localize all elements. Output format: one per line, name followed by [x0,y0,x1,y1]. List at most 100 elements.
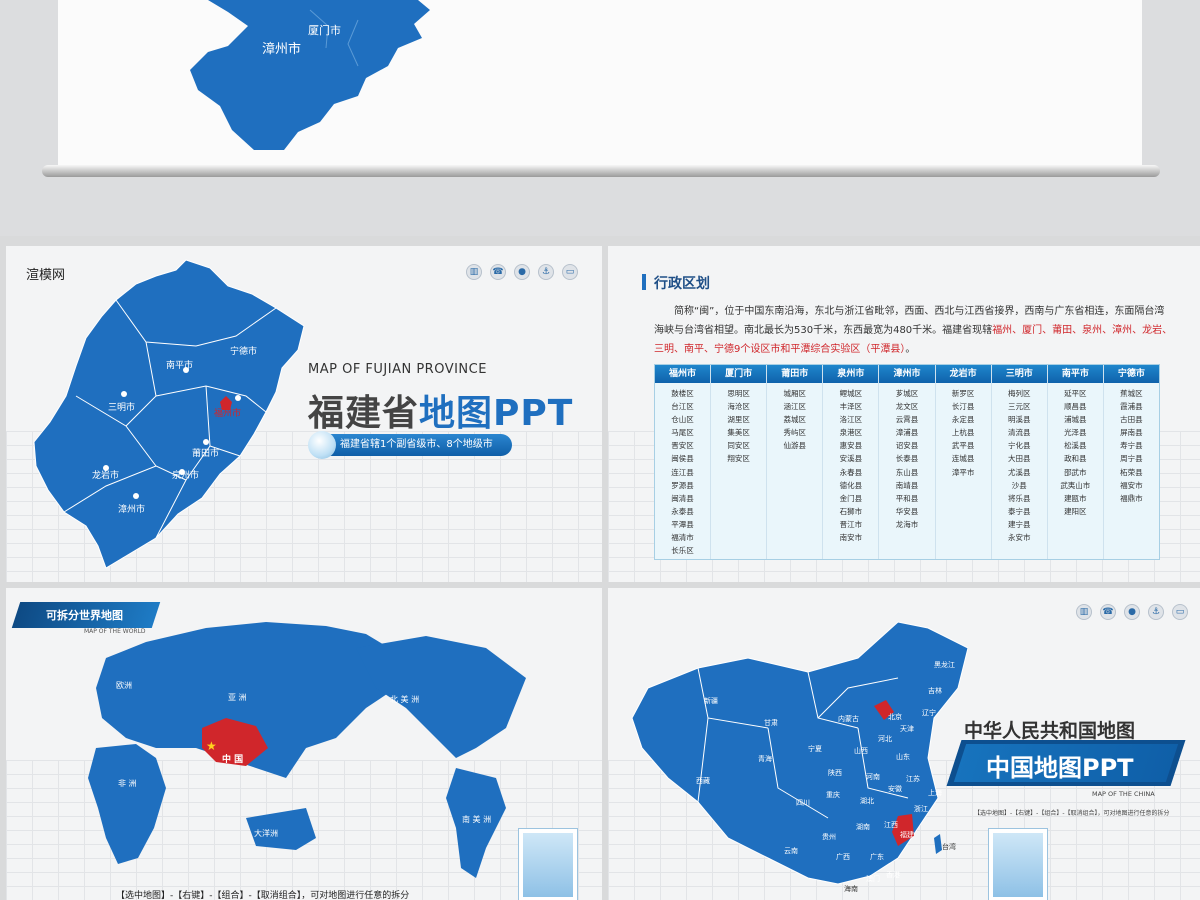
map-label: 莆田市 [192,449,220,459]
map-label: 香港 [886,871,900,879]
map-label: 云南 [784,847,798,855]
fujian-slide[interactable]: 渲模网 ▥ ☎ ● ⚓ ▭ 宁德市 南平市 三明市 福州市 莆田市 龙岩市 泉州… [6,246,602,582]
map-label: 西藏 [696,777,710,785]
table-cell: 上杭县 [951,428,975,438]
cart-icon[interactable]: ▭ [562,264,578,280]
instruction-text: 【选中地图】-【右键】-【组合】-【取消组合】，可对地图进行任意的拆分 [974,810,1170,817]
table-cell: 湖里区 [727,415,750,425]
map-label: 广西 [836,853,850,861]
phone-icon[interactable]: ☎ [490,264,506,280]
map-label: 辽宁 [922,709,936,717]
cart-icon[interactable]: ▭ [1172,604,1188,620]
map-label: 上海 [928,789,942,797]
table-header: 厦门市 [711,365,767,383]
table-cell: 光泽县 [1064,428,1087,438]
map-label: 福建 [900,831,914,839]
table-cell: 鼓楼区 [671,389,694,398]
table-cell: 荔城区 [783,415,807,425]
table-cell: 政和县 [1064,454,1087,464]
fujian-map[interactable] [6,246,306,582]
table-cell: 南安市 [839,533,863,543]
table-cell: 顺昌县 [1064,402,1087,412]
band-subtitle: MAP OF THE CHINA [1092,790,1155,798]
map-label: 南 美 洲 [462,815,492,824]
table-cell: 松溪县 [1064,441,1087,451]
table-cell: 德化县 [839,480,863,490]
anchor-icon[interactable]: ⚓ [1148,604,1164,620]
table-cell: 丰泽区 [839,402,863,412]
map-label: 江西 [884,821,898,829]
map-label: 河南 [866,773,880,781]
world-map[interactable]: ★ [6,588,602,900]
table-cell: 永泰县 [671,506,694,516]
info-pill: 福建省辖1个副省级市、8个地级市 [316,434,512,456]
map-label: 龙岩市 [92,471,120,481]
instruction-text: 【选中地图】-【右键】-【组合】-【取消组合】，可对地图进行任意的拆分 [116,891,410,900]
china-slide[interactable]: ▥ ☎ ● ⚓ ▭ 黑龙江 吉林 辽宁 内蒙古 新疆 甘肃 宁夏 青海 西藏 四… [608,588,1200,900]
intro-paragraph: 简称“闽”，位于中国东南沿海，东北与浙江省毗邻，西面、西北与江西省接界，西南与广… [654,306,1173,355]
table-cell: 建阳区 [1064,506,1087,516]
chart-icon[interactable]: ▥ [1076,604,1092,620]
table-cell: 建宁县 [1007,519,1031,529]
table-cell: 福鼎市 [1120,493,1143,503]
table-cell: 海沧区 [727,402,750,412]
table-column: 宁德市 蕉城区 霞浦县 古田县 屏南县 寿宁县 周宁县 柘荣县 福安市 福鼎市 [1102,365,1159,559]
table-cell: 平潭县 [671,519,694,529]
table-column: 莆田市 城厢区 涵江区 荔城区 秀屿区 仙游县 [766,365,823,559]
table-header: 莆田市 [767,365,823,383]
map-label: 江苏 [906,775,920,783]
map-label: 台湾 [942,843,956,851]
chart-icon[interactable]: ▥ [466,264,482,280]
table-cell: 晋江市 [839,519,863,529]
table-cell: 华安县 [895,506,919,516]
slide-title: 中华人民共和国地图 [964,720,1136,742]
table-cell: 永安市 [1007,533,1031,543]
table-cell: 福安市 [1120,480,1143,490]
table-header: 泉州市 [823,365,879,383]
table-cell: 武夷山市 [1060,480,1091,490]
table-cell: 霞浦县 [1120,402,1143,412]
table-cell: 将乐县 [1007,493,1031,503]
table-cell: 明溪县 [1007,415,1031,425]
table-cell: 寿宁县 [1120,441,1143,451]
table-header: 南平市 [1047,365,1103,383]
map-label: 三明市 [108,403,136,413]
user-icon[interactable]: ● [1124,604,1140,620]
table-cell: 仓山区 [671,415,694,425]
phone-icon[interactable]: ☎ [1100,604,1116,620]
table-cell: 思明区 [727,389,750,398]
table-header: 漳州市 [879,365,935,383]
band-title: 中国地图PPT [986,754,1134,782]
table-cell: 翔安区 [727,454,750,464]
map-label: 甘肃 [764,719,778,727]
anchor-icon[interactable]: ⚓ [538,264,554,280]
map-label: 宁夏 [808,745,822,753]
south-china-sea-inset [518,828,578,900]
world-slide[interactable]: 可拆分世界地图 MAP OF THE WORLD ★ 亚 洲 欧洲 非 洲 大洋… [6,588,602,900]
table-cell: 福清市 [671,533,694,543]
table-cell: 东山县 [895,467,919,477]
table-cell: 同安区 [727,441,750,451]
table-column: 厦门市思明区海沧区湖里区集美区同安区翔安区 [710,365,767,559]
table-cell: 屏南县 [1120,428,1143,438]
table-header: 宁德市 [1103,365,1159,383]
table-cell: 泰宁县 [1007,506,1031,516]
table-cell: 平和县 [895,493,919,503]
table-cell: 城厢区 [783,389,807,398]
map-label: 大洋洲 [254,829,278,838]
table-cell: 金门县 [839,493,863,503]
table-cell: 仙游县 [783,441,807,451]
svg-text:★: ★ [206,739,217,753]
map-label: 重庆 [826,791,840,799]
map-label: 河北 [878,735,892,743]
table-cell: 闽侯县 [671,454,694,464]
user-icon[interactable]: ● [514,264,530,280]
division-slide[interactable]: 行政区划 简称“闽”，位于中国东南沿海，东北与浙江省毗邻，西面、西北与江西省接界… [608,246,1200,582]
table-cell: 闽清县 [671,493,694,503]
top-preview-panel: 厦门市 漳州市 [0,0,1200,236]
table-column: 龙岩市 新罗区 长汀县 永定县 上杭县 武平县 连城县 漳平市 [934,365,991,559]
table-cell: 连城县 [951,454,975,464]
table-cell: 集美区 [727,428,750,438]
table-cell: 南靖县 [895,480,919,490]
map-label: 南平市 [166,361,194,371]
